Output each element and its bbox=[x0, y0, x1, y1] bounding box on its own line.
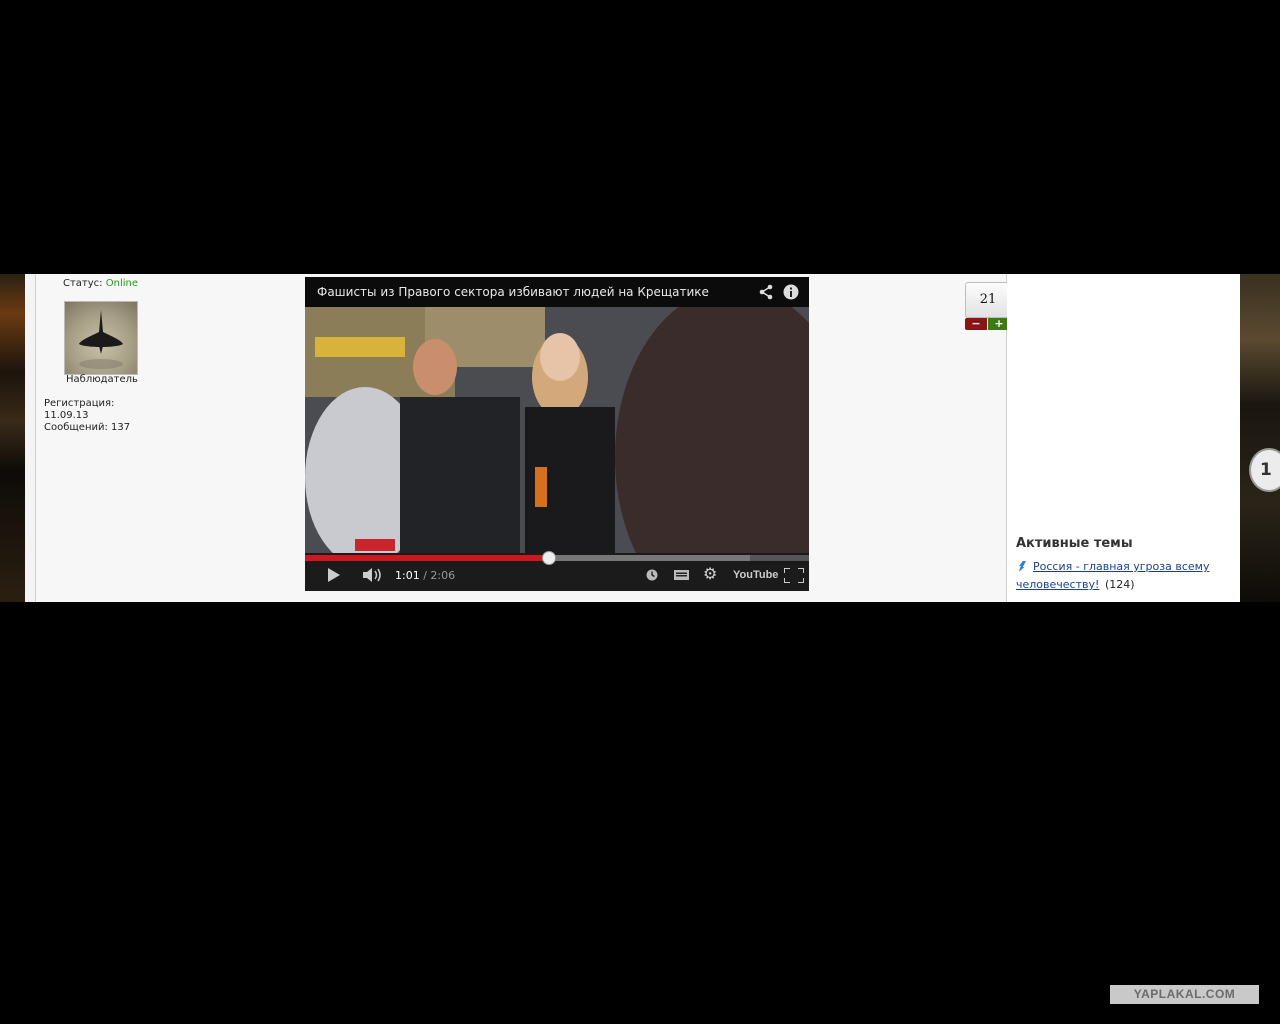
post-count: Сообщений: 137 bbox=[44, 422, 131, 433]
settings-icon[interactable]: ⚙ bbox=[703, 566, 717, 582]
progress-scrubber[interactable] bbox=[542, 551, 557, 565]
active-topics-heading: Активные темы bbox=[1016, 536, 1133, 551]
time-total: 2:06 bbox=[430, 569, 456, 582]
video-controls: 1:01 / 2:06 ⚙ YouTube bbox=[305, 551, 809, 591]
watch-later-icon[interactable] bbox=[646, 569, 658, 581]
site-watermark: YAPLAKAL.COM bbox=[1110, 985, 1259, 1004]
vote-score: 21 bbox=[965, 282, 1011, 318]
video-title[interactable]: Фашисты из Правого сектора избивают люде… bbox=[317, 285, 709, 299]
share-icon[interactable] bbox=[758, 284, 774, 300]
volume-icon[interactable] bbox=[363, 568, 383, 582]
video-scene bbox=[305, 287, 809, 591]
registration-label: Регистрация: bbox=[44, 398, 115, 409]
vote-buttons: − + bbox=[965, 318, 1010, 330]
progress-played bbox=[305, 555, 550, 561]
info-icon[interactable] bbox=[783, 284, 799, 300]
user-rank: Наблюдатель bbox=[66, 374, 138, 385]
play-icon[interactable] bbox=[327, 568, 341, 582]
youtube-label: YouTube bbox=[733, 569, 779, 581]
user-status: Статус: Online bbox=[63, 278, 138, 290]
registration-date: 11.09.13 bbox=[44, 410, 89, 421]
avatar[interactable] bbox=[64, 301, 138, 375]
video-player[interactable]: Фашисты из Правого сектора избивают люде… bbox=[305, 277, 809, 591]
youtube-logo[interactable]: YouTube bbox=[733, 569, 778, 581]
background-left bbox=[0, 274, 25, 602]
topic-link-continued[interactable]: человечеству! bbox=[1016, 578, 1099, 591]
vote-minus-button[interactable]: − bbox=[965, 318, 987, 330]
topic-icon bbox=[1018, 561, 1026, 572]
topic-count: (124) bbox=[1105, 578, 1135, 591]
video-title-bar: Фашисты из Правого сектора избивают люде… bbox=[305, 277, 809, 307]
spinning-top-icon bbox=[79, 310, 123, 369]
background-right bbox=[1240, 274, 1280, 602]
time-current: 1:01 bbox=[395, 569, 420, 582]
fullscreen-icon[interactable] bbox=[784, 568, 804, 583]
status-value: Online bbox=[105, 278, 138, 289]
sidebar: Активные темы Россия - главная угроза вс… bbox=[1007, 274, 1240, 602]
topic-link[interactable]: Россия - главная угроза всему bbox=[1033, 560, 1209, 573]
status-label: Статус: bbox=[63, 278, 103, 289]
captions-icon[interactable] bbox=[674, 570, 689, 580]
forum-strip: Статус: Online Наблюдатель Регистрация: … bbox=[0, 274, 1280, 602]
time-separator: / bbox=[419, 569, 431, 582]
time-display: 1:01 / 2:06 bbox=[395, 569, 455, 582]
video-frame[interactable] bbox=[305, 287, 809, 591]
